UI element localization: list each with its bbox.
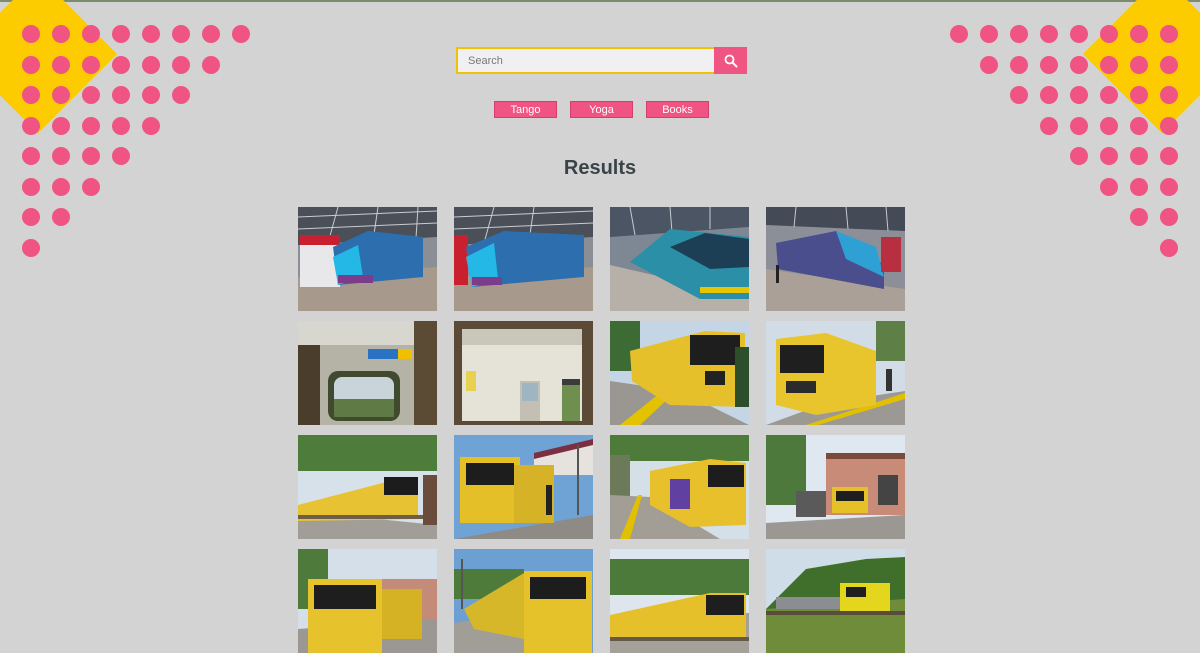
decor-dot (52, 116, 70, 135)
decor-dot (142, 25, 160, 43)
decor-dot (112, 55, 130, 74)
decor-dot (172, 86, 190, 104)
decor-dot (950, 25, 968, 43)
result-image[interactable] (454, 549, 593, 653)
decor-dot (1100, 86, 1118, 104)
decor-dot (22, 208, 40, 226)
decor-dot (1010, 55, 1028, 74)
result-image[interactable] (610, 549, 749, 653)
decor-dot (1010, 86, 1028, 104)
decoration-left (0, 0, 260, 272)
decor-dot (52, 25, 70, 43)
decor-dot (1160, 208, 1178, 226)
result-image[interactable] (454, 321, 593, 425)
search-button[interactable] (714, 47, 747, 74)
decor-dot (22, 116, 40, 135)
decor-dot (172, 25, 190, 43)
decor-dot (142, 86, 160, 104)
decor-dot (142, 55, 160, 74)
decor-dot (172, 55, 190, 74)
result-image[interactable] (610, 321, 749, 425)
decor-dot (1160, 116, 1178, 135)
decor-dot (1100, 55, 1118, 74)
decor-dot (1040, 55, 1058, 74)
decor-dot (1040, 116, 1058, 135)
result-image[interactable] (298, 549, 437, 653)
decor-dot (1100, 116, 1118, 135)
result-image[interactable] (766, 207, 905, 311)
decor-dot (82, 25, 100, 43)
decor-dot (1070, 86, 1088, 104)
search-input[interactable] (456, 47, 714, 74)
decor-dot (980, 55, 998, 74)
decor-dot (142, 116, 160, 135)
decor-dot (82, 177, 100, 196)
decor-dot (1070, 55, 1088, 74)
decor-dot (1160, 55, 1178, 74)
tag-yoga[interactable]: Yoga (570, 101, 633, 118)
tag-tango[interactable]: Tango (494, 101, 557, 118)
result-image[interactable] (610, 435, 749, 539)
decor-dot (1100, 177, 1118, 196)
decor-dot (1070, 116, 1088, 135)
decor-dot (112, 116, 130, 135)
result-image[interactable] (766, 549, 905, 653)
decor-dot (202, 55, 220, 74)
result-image[interactable] (454, 435, 593, 539)
decor-dot (202, 25, 220, 43)
result-image[interactable] (610, 207, 749, 311)
results-title: Results (563, 157, 637, 179)
decor-dot (1160, 25, 1178, 43)
decor-dot (22, 25, 40, 43)
result-image[interactable] (298, 435, 437, 539)
decor-dot (52, 208, 70, 226)
decor-dot (22, 238, 40, 257)
decor-dot (52, 177, 70, 196)
decor-dot (1130, 55, 1148, 74)
decor-dot (1160, 86, 1178, 104)
decor-dot (232, 25, 250, 43)
decor-dot (1130, 86, 1148, 104)
result-image[interactable] (298, 207, 437, 311)
decor-dot (112, 25, 130, 43)
decor-dot (1100, 25, 1118, 43)
decor-dot (82, 116, 100, 135)
decoration-right (940, 0, 1200, 272)
tag-list: Tango Yoga Books (494, 101, 709, 118)
decor-dot (112, 86, 130, 104)
decor-dot (1040, 25, 1058, 43)
decor-dot (22, 86, 40, 104)
decor-dot (52, 86, 70, 104)
result-image[interactable] (298, 321, 437, 425)
decor-dot (22, 177, 40, 196)
result-image[interactable] (766, 435, 905, 539)
decor-dot (980, 25, 998, 43)
search-bar (456, 47, 747, 74)
result-image[interactable] (454, 207, 593, 311)
decor-dot (1130, 177, 1148, 196)
decor-dot (1070, 25, 1088, 43)
decor-dot (1160, 238, 1178, 257)
decor-dot (22, 55, 40, 74)
decor-dot (82, 86, 100, 104)
decor-dot (1010, 25, 1028, 43)
results-grid (298, 207, 905, 653)
decor-dot (1130, 25, 1148, 43)
tag-books[interactable]: Books (646, 101, 709, 118)
search-icon (724, 54, 737, 67)
decor-dot (82, 55, 100, 74)
decor-dot (1160, 177, 1178, 196)
result-image[interactable] (766, 321, 905, 425)
decor-dot (1130, 116, 1148, 135)
decor-dot (1130, 208, 1148, 226)
decor-dot (1040, 86, 1058, 104)
decor-dot (52, 55, 70, 74)
